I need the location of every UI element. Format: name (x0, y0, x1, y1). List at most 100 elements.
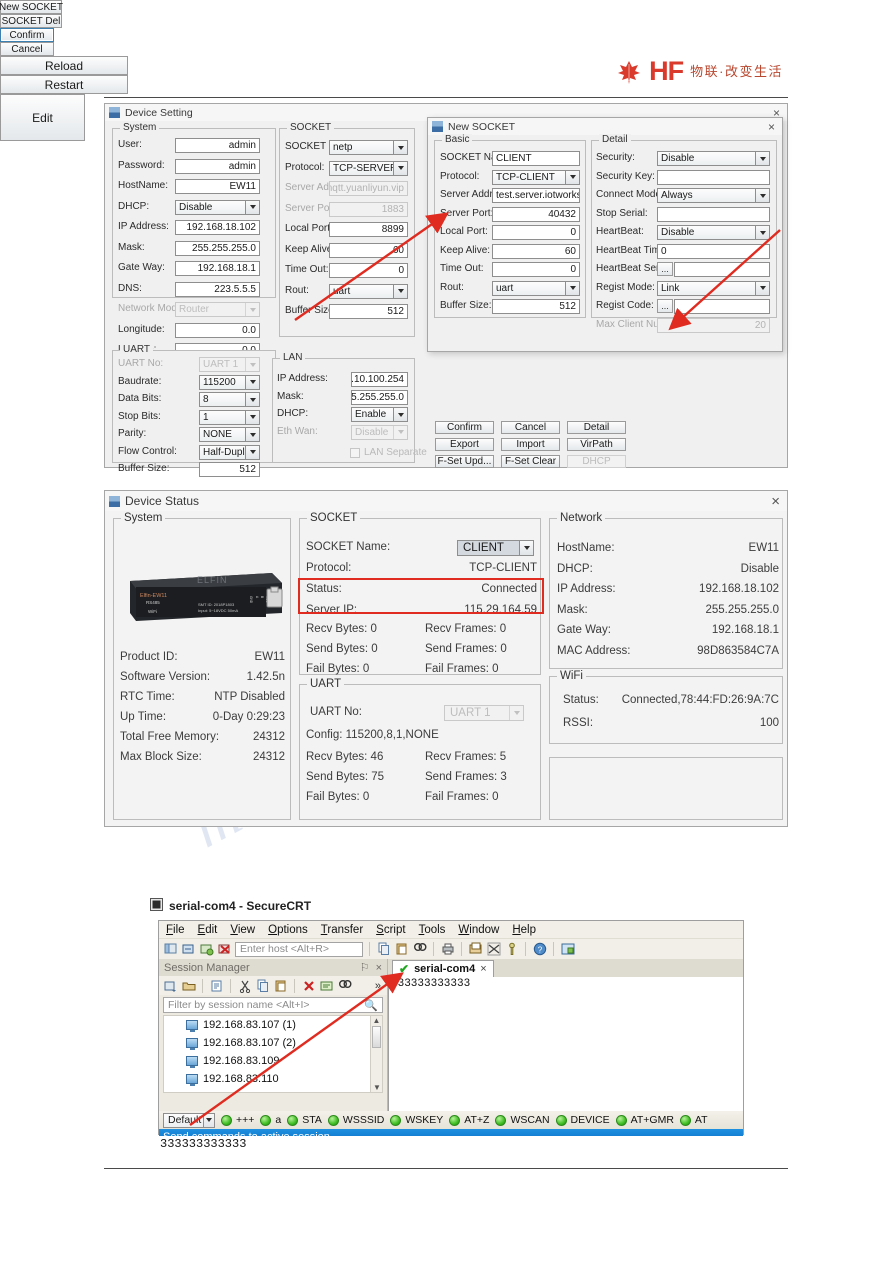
lan-separate-box[interactable] (350, 447, 360, 458)
field-input[interactable]: 512 (492, 299, 580, 314)
close-icon[interactable]: × (376, 962, 382, 974)
chevron-down-icon[interactable] (393, 408, 407, 421)
field-dropdown[interactable]: Enable (351, 407, 408, 422)
field-input[interactable]: 192.168.18.1 (175, 261, 260, 276)
print-icon[interactable] (440, 942, 455, 957)
chevron-down-icon[interactable] (755, 281, 769, 295)
ds-button-detail[interactable]: Detail (567, 421, 626, 434)
tab-close-icon[interactable]: × (480, 963, 486, 975)
find-icon[interactable] (337, 978, 352, 993)
browse-button[interactable]: ... (657, 299, 673, 313)
session-list-item[interactable]: 192.168.83.110 (164, 1070, 382, 1088)
menu-item-file[interactable]: File (166, 924, 185, 936)
new-session-icon[interactable] (163, 978, 178, 993)
field-dropdown[interactable]: TCP-SERVER (329, 160, 408, 176)
field-input[interactable]: EW11 (175, 179, 260, 194)
key-icon[interactable] (504, 942, 519, 957)
session-list-scrollbar[interactable]: ▲ ▼ (370, 1016, 382, 1092)
field-input[interactable]: 512 (199, 462, 260, 477)
field-dropdown[interactable]: Half-Duplex (199, 444, 260, 460)
field-input[interactable] (657, 169, 770, 185)
properties-icon[interactable] (209, 978, 224, 993)
ds-button-cancel[interactable]: Cancel (501, 421, 560, 434)
pin-icon[interactable]: ⚐ (360, 961, 376, 974)
terminal-output[interactable]: 333333333333 (388, 977, 743, 1111)
chevron-down-icon[interactable] (755, 152, 769, 165)
command-button-sta[interactable]: STA (281, 1114, 322, 1126)
field-dropdown[interactable]: Disable (657, 225, 770, 240)
field-input[interactable]: 0 (329, 263, 408, 278)
field-dropdown[interactable]: 1 (199, 409, 260, 425)
cut-icon[interactable] (237, 978, 252, 993)
field-input[interactable]: 60 (329, 242, 408, 258)
chevron-down-icon[interactable] (245, 445, 259, 459)
command-button-a[interactable]: a (254, 1114, 281, 1126)
command-button-[interactable]: +++ (215, 1114, 254, 1126)
session-list-item[interactable]: 192.168.83.107 (2) (164, 1034, 382, 1052)
command-button-at-gmr[interactable]: AT+GMR (610, 1114, 674, 1126)
device-status-close-icon[interactable]: × (771, 493, 783, 510)
ds-button-confirm[interactable]: Confirm (435, 421, 494, 434)
ds-button-virpath[interactable]: VirPath (567, 438, 626, 451)
button-bar-preset-dropdown[interactable]: Default (163, 1112, 215, 1128)
menu-item-tools[interactable]: Tools (419, 924, 446, 936)
field-input[interactable]: CLIENT (492, 151, 580, 166)
transfer-icon[interactable] (486, 942, 501, 957)
field-dropdown[interactable]: Link (657, 280, 770, 296)
copy-icon[interactable] (376, 942, 391, 957)
field-input[interactable]: 192.168.18.102 (175, 220, 260, 235)
chevron-down-icon[interactable] (203, 1113, 214, 1127)
field-input[interactable] (657, 206, 770, 222)
menu-item-options[interactable]: Options (268, 924, 308, 936)
log-session-icon[interactable] (468, 942, 483, 957)
ds-button-export[interactable]: Export (435, 438, 494, 451)
field-input[interactable]: 512 (329, 304, 408, 319)
lan-separate-checkbox[interactable]: LAN Separate (350, 447, 427, 458)
chevron-down-icon[interactable] (393, 161, 407, 175)
chevron-down-icon[interactable] (565, 281, 579, 295)
chevron-down-icon[interactable] (755, 189, 769, 202)
field-input[interactable]: 255.255.255.0 (351, 389, 408, 405)
field-input[interactable]: 0.0 (175, 322, 260, 338)
chevron-down-icon[interactable] (245, 375, 259, 389)
field-input[interactable]: admin (175, 158, 260, 174)
chevron-down-icon[interactable] (245, 428, 259, 441)
toolbar-overflow-icon[interactable]: » (375, 980, 383, 992)
search-icon[interactable]: 🔍 (364, 999, 378, 1012)
tab-serial-com4[interactable]: ✔ serial-com4 × (392, 960, 494, 977)
find-icon[interactable] (412, 942, 427, 957)
field-dropdown[interactable]: uart (492, 280, 580, 296)
help-icon[interactable]: ? (532, 942, 547, 957)
ds-button-import[interactable]: Import (501, 438, 560, 451)
menu-item-view[interactable]: View (230, 924, 255, 936)
chevron-down-icon[interactable] (393, 284, 407, 298)
field-input[interactable] (674, 299, 770, 314)
screenshot-icon[interactable] (560, 942, 575, 957)
field-dropdown[interactable]: netp (329, 140, 408, 155)
paste-icon[interactable] (394, 942, 409, 957)
delete-icon[interactable] (301, 978, 316, 993)
session-list-item[interactable]: 192.168.83.107 (1) (164, 1016, 382, 1034)
menu-item-help[interactable]: Help (512, 924, 536, 936)
session-list-item[interactable]: 192.168.83.109 (164, 1052, 382, 1070)
chevron-down-icon[interactable] (565, 170, 579, 184)
field-input[interactable]: 60 (492, 243, 580, 259)
connect-icon[interactable] (181, 942, 196, 957)
new-socket-close-icon[interactable]: × (768, 120, 778, 134)
session-list[interactable]: 192.168.83.107 (1) 192.168.83.107 (2) 192.… (163, 1015, 383, 1093)
field-dropdown[interactable]: 8 (199, 392, 260, 407)
session-manager-icon[interactable] (163, 942, 178, 957)
command-button-at[interactable]: AT (674, 1114, 708, 1126)
field-input[interactable]: 255.255.255.0 (175, 240, 260, 256)
menu-item-transfer[interactable]: Transfer (321, 924, 363, 936)
menu-item-window[interactable]: Window (458, 924, 499, 936)
chevron-down-icon[interactable] (245, 200, 259, 214)
command-button-at-z[interactable]: AT+Z (443, 1114, 489, 1126)
ds-button-f-set-clear[interactable]: F-Set Clear (501, 455, 560, 468)
menu-item-script[interactable]: Script (376, 924, 405, 936)
field-input[interactable]: test.server.iotworkshop.c (492, 188, 580, 203)
ds-button-f-set-upd[interactable]: F-Set Upd... (435, 455, 494, 468)
field-dropdown[interactable]: TCP-CLIENT (492, 169, 580, 185)
field-input[interactable]: 40432 (492, 206, 580, 222)
field-dropdown[interactable]: uart (329, 283, 408, 299)
